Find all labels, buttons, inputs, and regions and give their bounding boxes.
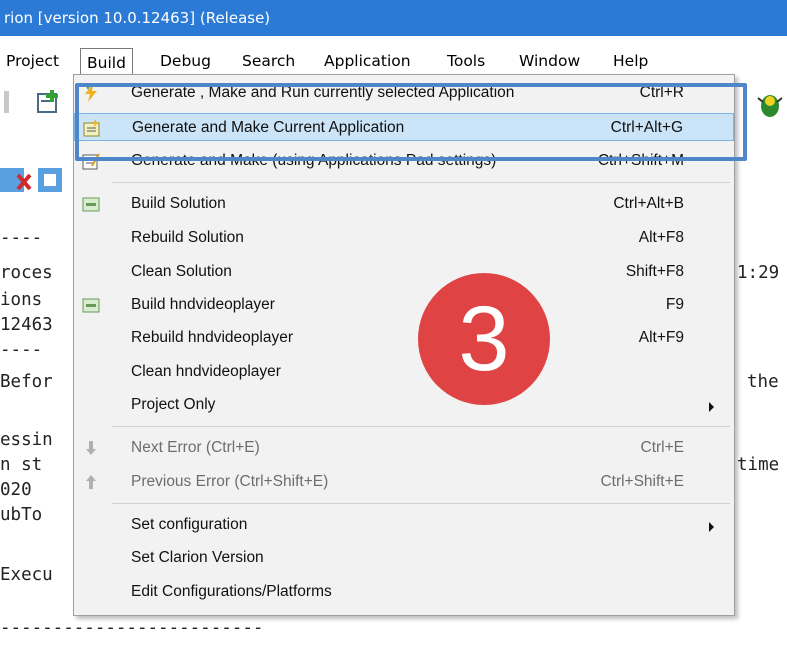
menu-bar: Project Build Debug Search Application T… (0, 45, 787, 77)
menu-tools[interactable]: Tools (447, 49, 485, 73)
annotation-highlight-box (75, 83, 747, 161)
step-number-badge: 3 (418, 273, 550, 405)
menu-item-shortcut: Alt+F8 (638, 229, 684, 246)
menu-item-label: Rebuild hndvideoplayer (131, 329, 294, 346)
output-line: n st (0, 455, 43, 475)
menu-window[interactable]: Window (519, 49, 580, 73)
menu-item-rebuild-solution[interactable]: Rebuild Solution Alt+F8 (74, 224, 734, 252)
menu-item-project-only[interactable]: Project Only (74, 391, 734, 419)
menu-item-shortcut: F9 (665, 296, 684, 313)
menu-item-label: Next Error (Ctrl+E) (131, 439, 260, 456)
build-project-icon (82, 298, 100, 313)
output-line: ---- (0, 228, 43, 248)
window-title-bar: rion [version 10.0.12463] (Release) (0, 0, 787, 36)
menu-item-build-solution[interactable]: Build Solution Ctrl+Alt+B (74, 190, 734, 218)
menu-item-clean-solution[interactable]: Clean Solution Shift+F8 (74, 258, 734, 286)
menu-separator (112, 503, 730, 504)
output-line: Befor (0, 372, 53, 392)
menu-item-rebuild-project[interactable]: Rebuild hndvideoplayer Alt+F9 (74, 324, 734, 352)
menu-item-label: Clean Solution (131, 263, 232, 280)
menu-item-label: Project Only (131, 396, 216, 413)
menu-search[interactable]: Search (242, 49, 295, 73)
arrow-down-icon (86, 441, 96, 455)
output-line: the (747, 372, 779, 392)
menu-item-label: Edit Configurations/Platforms (131, 583, 332, 600)
output-line: 020 (0, 480, 32, 500)
output-line: ubTo (0, 505, 43, 525)
menu-project[interactable]: Project (6, 49, 59, 73)
toolbar-arrow-icon[interactable] (0, 85, 14, 119)
menu-item-clean-project[interactable]: Clean hndvideoplayer (74, 358, 734, 386)
menu-application[interactable]: Application (324, 49, 411, 73)
menu-item-edit-configurations[interactable]: Edit Configurations/Platforms (74, 578, 734, 606)
menu-item-label: Rebuild Solution (131, 229, 244, 246)
menu-item-shortcut: Ctrl+Shift+E (600, 473, 684, 490)
output-line: roces (0, 263, 53, 283)
menu-item-label: Build hndvideoplayer (131, 296, 275, 313)
menu-item-build-project[interactable]: Build hndvideoplayer F9 (74, 291, 734, 319)
menu-item-label: Set Clarion Version (131, 549, 264, 566)
menu-item-label: Build Solution (131, 195, 226, 212)
menu-item-shortcut: Alt+F9 (638, 329, 684, 346)
debug-bug-icon[interactable] (755, 88, 785, 120)
menu-separator (112, 426, 730, 427)
build-solution-icon (82, 197, 100, 212)
menu-item-next-error[interactable]: Next Error (Ctrl+E) Ctrl+E (74, 434, 734, 462)
menu-item-set-clarion-version[interactable]: Set Clarion Version (74, 544, 734, 572)
menu-item-label: Previous Error (Ctrl+Shift+E) (131, 473, 329, 490)
menu-item-label: Set configuration (131, 516, 248, 533)
window-title: rion [version 10.0.12463] (Release) (4, 9, 271, 27)
menu-item-shortcut: Ctrl+Alt+B (613, 195, 684, 212)
menu-item-label: Clean hndvideoplayer (131, 363, 281, 380)
output-line: ions (0, 290, 43, 310)
output-line: ---- (0, 340, 43, 360)
arrow-up-icon (86, 475, 96, 489)
toolbar-delete-icons[interactable] (0, 165, 62, 195)
output-line: 1:29 (737, 263, 780, 283)
output-line: Execu (0, 565, 53, 585)
menu-separator (112, 182, 730, 183)
new-project-icon[interactable] (36, 88, 66, 116)
menu-item-set-configuration[interactable]: Set configuration (74, 511, 734, 539)
submenu-arrow-icon (709, 522, 714, 532)
output-line: essin (0, 430, 53, 450)
output-line: ------------------------- (0, 618, 264, 638)
menu-debug[interactable]: Debug (160, 49, 211, 73)
output-line: 12463 (0, 315, 53, 335)
submenu-arrow-icon (709, 402, 714, 412)
menu-help[interactable]: Help (613, 49, 648, 73)
menu-item-shortcut: Shift+F8 (625, 263, 684, 280)
menu-build[interactable]: Build (80, 48, 133, 77)
menu-item-previous-error[interactable]: Previous Error (Ctrl+Shift+E) Ctrl+Shift… (74, 468, 734, 496)
output-line: time (737, 455, 780, 475)
menu-item-shortcut: Ctrl+E (640, 439, 685, 456)
